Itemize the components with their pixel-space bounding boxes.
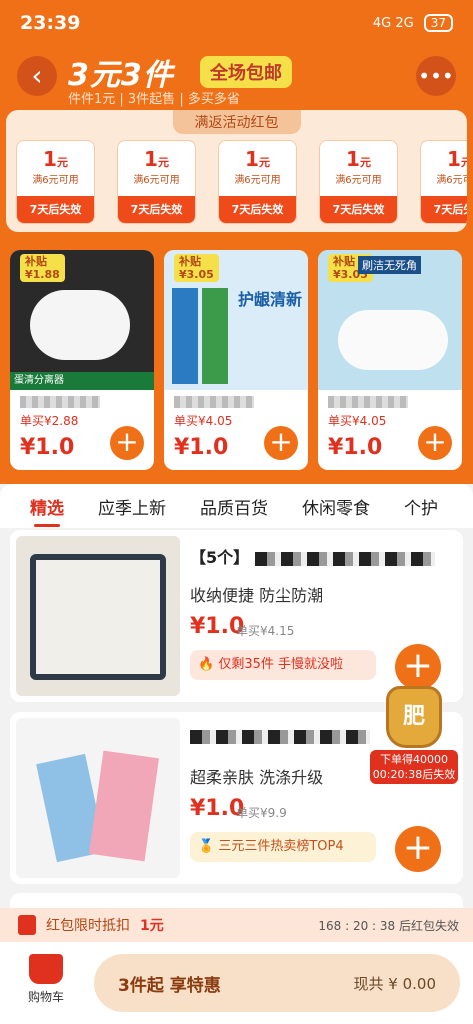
back-button[interactable]: ‹ — [17, 56, 57, 96]
title-blurred — [254, 551, 435, 566]
coupon-expiry: 7天后失效 — [320, 196, 397, 223]
product-feature: 收纳便捷 防尘防潮 — [190, 586, 324, 605]
medal-icon: 🏅 — [198, 839, 215, 854]
status-bar: 23:39 4G 2G 37 — [0, 0, 473, 46]
product-image: 补贴 ¥3.05 护龈清新 — [164, 250, 308, 390]
battery-icon: 37 — [423, 14, 453, 32]
coupon-amount: 1元 — [144, 147, 169, 171]
single-price: 单买¥4.15 — [236, 624, 295, 638]
list-item[interactable]: 【5个】 收纳便捷 防尘防潮 ¥1.0 单买¥4.15 🔥 仅剩35件 手慢就没… — [10, 530, 463, 702]
subsidy-tag: 补贴 ¥3.05 — [174, 254, 219, 282]
red-packet-text: 红包限时抵扣 — [46, 918, 130, 934]
add-to-cart-button[interactable]: + — [110, 426, 144, 460]
fertilizer-reward-badge[interactable]: 肥 下单得40000 00:20:38后失效 — [370, 686, 458, 786]
coupon-list: 1元 满6元可用 7天后失效 1元 满6元可用 7天后失效 1元 满6元可用 7… — [16, 140, 467, 224]
tab-personal-care[interactable]: 个护 — [404, 494, 438, 519]
coupon-card[interactable]: 1元 满6元可用 7天后失效 — [218, 140, 297, 224]
product-image: 补贴 ¥1.88 蛋清分离器 — [10, 250, 154, 390]
coupon-condition: 满6元可用 — [234, 175, 281, 186]
featured-card[interactable]: 补贴 ¥3.05 护龈清新 单买¥4.05 ¥1.0 + — [164, 250, 308, 470]
product-feature: 超柔亲肤 洗涤升级 — [190, 768, 324, 787]
cart-total: 现共 ¥ 0.00 — [353, 974, 436, 993]
coupon-panel: 满返活动红包 1元 满6元可用 7天后失效 1元 满6元可用 7天后失效 1元 … — [6, 110, 467, 232]
product-thumbnail — [16, 536, 180, 696]
image-caption: 护龈清新 — [237, 290, 302, 309]
stock-hint: 🔥 仅剩35件 手慢就没啦 — [190, 650, 376, 680]
add-to-cart-button[interactable]: + — [418, 426, 452, 460]
single-price: 单买¥9.9 — [236, 806, 287, 820]
add-to-cart-button[interactable]: + — [395, 826, 441, 872]
add-to-cart-button[interactable]: + — [264, 426, 298, 460]
storage-bag-shape — [30, 554, 166, 680]
image-caption: 刷洁无死角 — [358, 256, 421, 274]
network-indicator: 4G 2G — [372, 15, 414, 31]
card-price: ¥1.0 — [328, 435, 383, 460]
towel-shape — [89, 750, 159, 862]
toothpaste-box — [172, 288, 198, 384]
reward-label: 下单得40000 00:20:38后失效 — [370, 750, 458, 784]
more-dots-icon: ••• — [418, 64, 454, 88]
coupon-card[interactable]: 1元 满6元可用 7天后失效 — [319, 140, 398, 224]
coupon-expiry: 7天后失效 — [219, 196, 296, 223]
product-thumbnail — [16, 718, 180, 878]
fertilizer-jar-icon: 肥 — [386, 686, 442, 748]
coupon-expiry: 7天后失效 — [118, 196, 195, 223]
tab-featured[interactable]: 精选 — [30, 494, 64, 527]
coupon-condition: 满6元可用 — [335, 175, 382, 186]
coupon-expiry: 7天后失效 — [421, 196, 467, 223]
product-image: 补贴 ¥3.05 刷洁无死角 — [318, 250, 462, 390]
free-shipping-badge: 全场包邮 — [200, 56, 292, 88]
coupon-amount: 1元 — [43, 147, 68, 171]
coupon-amount: 1元 — [346, 147, 371, 171]
checkout-button[interactable]: 3件起 享特惠 现共 ¥ 0.00 — [94, 954, 460, 1012]
coupon-condition: 满6元可用 — [436, 175, 467, 186]
image-caption: 蛋清分离器 — [10, 372, 154, 390]
featured-card[interactable]: 补贴 ¥1.88 蛋清分离器 单买¥2.88 ¥1.0 + — [10, 250, 154, 470]
fire-icon: 🔥 — [198, 657, 215, 672]
card-price: ¥1.0 — [20, 435, 75, 460]
coupon-section-label: 满返活动红包 — [172, 110, 301, 134]
shoe-brush-shape — [338, 310, 448, 370]
checkout-label: 3件起 享特惠 — [118, 975, 221, 996]
category-tabs: 精选 应季上新 品质百货 休闲零食 个护 — [0, 484, 473, 528]
toothpaste-box — [202, 288, 228, 384]
more-button[interactable]: ••• — [416, 56, 456, 96]
product-title: 【5个】 — [190, 544, 435, 568]
red-packet-bar[interactable]: 红包限时抵扣 1元 168 : 20 : 38 后红包失效 — [0, 908, 473, 942]
coupon-condition: 满6元可用 — [32, 175, 79, 186]
card-price: ¥1.0 — [174, 435, 229, 460]
featured-card[interactable]: 补贴 ¥3.05 刷洁无死角 单买¥4.05 ¥1.0 + — [318, 250, 462, 470]
promo-header: ‹ 3元3件 全场包邮 件件1元 | 3件起售 | 多买多省 ••• 满返活动红… — [0, 46, 473, 236]
title-blurred — [190, 729, 370, 744]
coupon-card[interactable]: 1元 满6元可用 7天后失效 — [420, 140, 467, 224]
product-name-blurred — [20, 396, 100, 408]
coupon-amount: 1元 — [447, 147, 467, 171]
red-packet-amount: 1元 — [140, 918, 164, 934]
tab-snacks[interactable]: 休闲零食 — [302, 494, 370, 519]
red-packet-countdown: 168 : 20 : 38 后红包失效 — [318, 918, 459, 933]
bottom-bar: 购物车 3件起 享特惠 现共 ¥ 0.00 — [0, 942, 473, 1024]
coupon-card[interactable]: 1元 满6元可用 7天后失效 — [117, 140, 196, 224]
page-subtitle: 件件1元 | 3件起售 | 多买多省 — [68, 92, 240, 107]
coupon-amount: 1元 — [245, 147, 270, 171]
status-icons: 4G 2G 37 — [373, 14, 453, 32]
red-packet-icon — [18, 915, 36, 935]
coupon-condition: 满6元可用 — [133, 175, 180, 186]
coupon-card[interactable]: 1元 满6元可用 7天后失效 — [16, 140, 95, 224]
subsidy-tag: 补贴 ¥1.88 — [20, 254, 65, 282]
cart-button[interactable]: 购物车 — [20, 954, 72, 1005]
shopping-basket-icon — [29, 954, 63, 984]
ranking-hint: 🏅 三元三件热卖榜TOP4 — [190, 832, 376, 862]
coupon-expiry: 7天后失效 — [17, 196, 94, 223]
tab-seasonal[interactable]: 应季上新 — [98, 494, 166, 519]
egg-separator-shape — [30, 290, 130, 360]
cart-label: 购物车 — [27, 990, 64, 1004]
tab-quality-goods[interactable]: 品质百货 — [200, 494, 268, 519]
product-name-blurred — [328, 396, 408, 408]
product-title — [190, 726, 370, 745]
product-name-blurred — [174, 396, 254, 408]
status-time: 23:39 — [20, 12, 81, 34]
chevron-left-icon: ‹ — [31, 59, 43, 92]
add-to-cart-button[interactable]: + — [395, 644, 441, 690]
